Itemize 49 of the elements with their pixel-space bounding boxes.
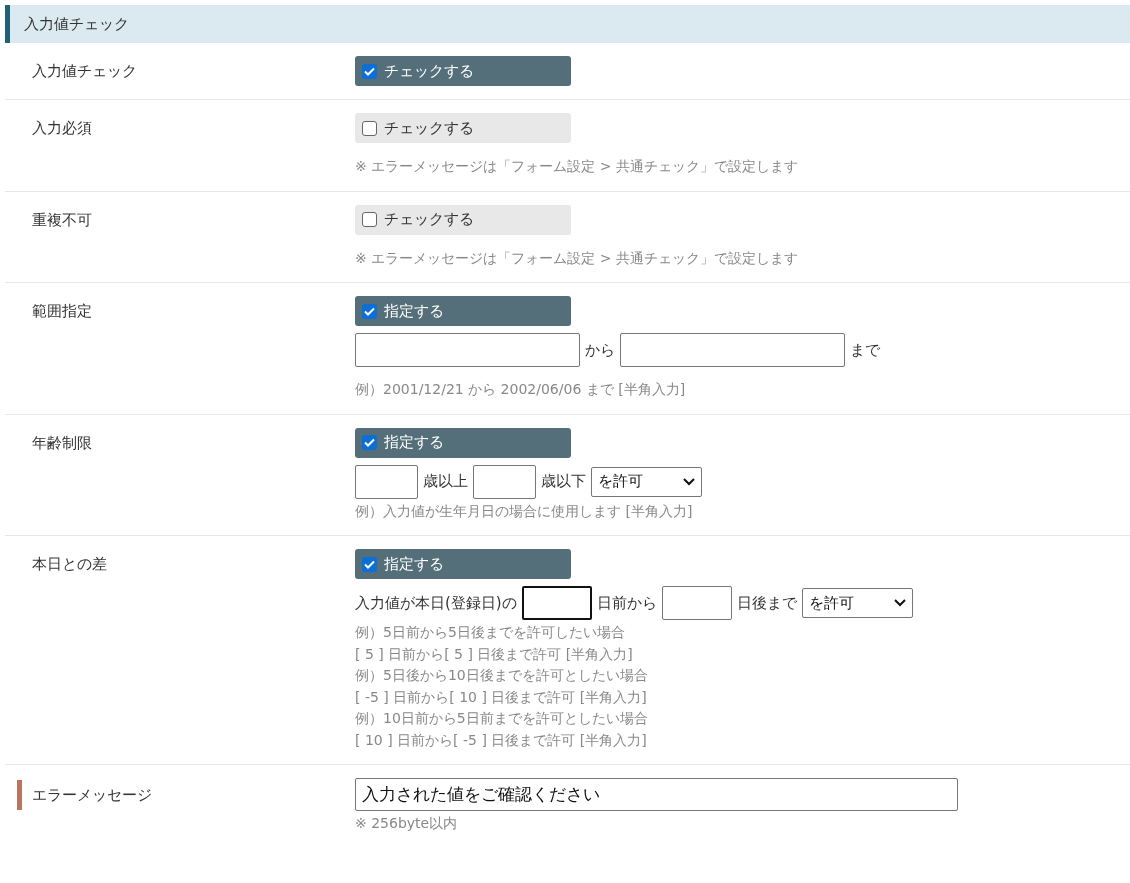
number-field[interactable] <box>355 464 418 499</box>
checkbox-icon <box>362 63 377 79</box>
checkbox-toggle[interactable]: チェックする <box>355 56 571 86</box>
row-label: 重複不可 <box>31 209 92 231</box>
checkbox-toggle[interactable]: チェックする <box>355 204 571 235</box>
hint-text: [ 5 ] 日前から[ 5 ] 日後まで許可 [半角入力] <box>355 644 634 664</box>
checkbox-icon <box>362 303 377 319</box>
hint-text: ※ エラーメッセージは「フォーム設定 > 共通チェック」で設定します <box>355 248 798 268</box>
checkbox-toggle[interactable]: チェックする <box>355 113 571 143</box>
hint-text: 例）10日前から5日前までを許可としたい場合 <box>355 709 648 728</box>
field-label: 入力値が本日(登録日)の <box>355 593 517 613</box>
checkbox-icon <box>362 435 377 450</box>
field-label: から <box>585 340 615 360</box>
chevron-down-icon <box>893 599 906 607</box>
checkbox-toggle[interactable]: 指定する <box>355 427 571 458</box>
field-label: 日後まで <box>736 593 797 613</box>
field-label: 歳以下 <box>541 472 586 491</box>
checkbox-icon <box>362 120 377 136</box>
hint-text: 例）入力値が生年月日の場合に使用します [半角入力] <box>355 501 693 521</box>
section-header: 入力値チェック <box>5 5 1130 43</box>
checkbox-icon <box>362 212 377 227</box>
checkbox-icon <box>362 556 377 572</box>
message-field[interactable]: 入力された値をご確認ください <box>355 778 958 811</box>
hint-text: ※ エラーメッセージは「フォーム設定 > 共通チェック」で設定します <box>355 157 798 176</box>
field-label: 歳以上 <box>423 472 468 491</box>
field-label: 日前から <box>596 593 657 613</box>
hint-text: [ 10 ] 日前から[ -5 ] 日後まで許可 [半角入力] <box>355 730 648 750</box>
date-field[interactable] <box>355 333 580 367</box>
hint-text: 例）5日前から5日後までを許可したい場合 <box>355 623 626 642</box>
row-label: 本日との差 <box>31 554 107 575</box>
hint-text: 例）2001/12/21 から 2002/06/06 まで [半角入力] <box>355 380 686 399</box>
number-field[interactable] <box>473 464 536 499</box>
permit-select[interactable]: を許可 <box>591 466 702 497</box>
hint-text: 例）5日後から10日後までを許可としたい場合 <box>355 666 648 685</box>
checkbox-toggle[interactable]: 指定する <box>355 549 571 579</box>
hint-text: ※ 256byte以内 <box>355 814 458 833</box>
field-label: まで <box>850 340 880 360</box>
chevron-down-icon <box>683 477 695 486</box>
row-label: 年齢制限 <box>31 432 92 454</box>
checkbox-toggle[interactable]: 指定する <box>355 296 571 326</box>
row-label: 範囲指定 <box>31 301 92 322</box>
hint-text: [ -5 ] 日前から[ 10 ] 日後まで許可 [半角入力] <box>355 687 648 707</box>
days-field[interactable] <box>661 586 732 620</box>
permit-select[interactable]: を許可 <box>801 588 913 618</box>
days-field[interactable] <box>521 586 592 620</box>
row-label: エラーメッセージ <box>17 780 152 810</box>
date-field[interactable] <box>620 333 845 367</box>
row-label: 入力値チェック <box>31 61 137 82</box>
row-label: 入力必須 <box>31 118 92 139</box>
